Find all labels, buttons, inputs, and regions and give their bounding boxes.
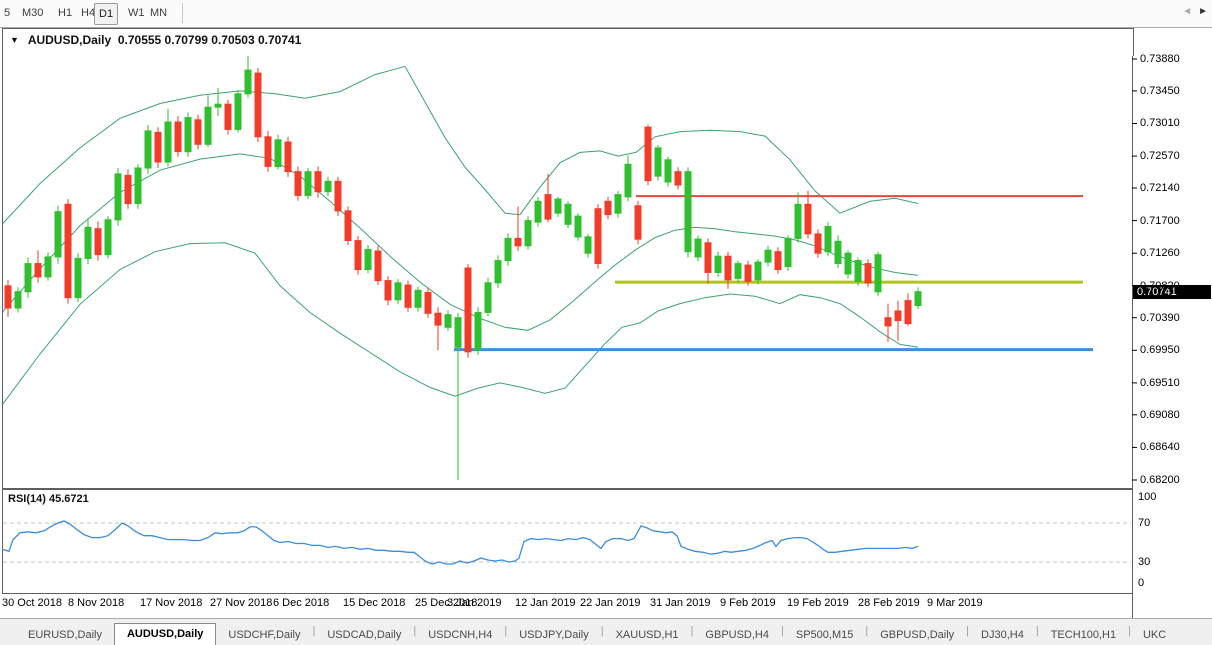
date-tick-label[interactable]: 22 Jan 2019 [580,597,641,609]
chart-tab-sp500-m15[interactable]: SP500,M15 [784,626,865,645]
date-tick-label[interactable]: 28 Feb 2019 [858,597,920,609]
date-tick-label[interactable]: 30 Oct 2018 [2,597,62,609]
candlestick-series [5,56,921,480]
chart-tab-gbpusd-daily[interactable]: GBPUSD,Daily [868,626,966,645]
price-tick-label: 0.73010 [1140,117,1206,129]
date-tick-label[interactable]: 15 Dec 2018 [343,597,405,609]
price-tick-label: 0.69080 [1140,409,1206,421]
price-tick-label: 0.68640 [1140,441,1206,453]
price-tick-label: 0.71700 [1140,215,1206,227]
chart-canvas[interactable] [0,0,1212,644]
price-tick-label: 0.70390 [1140,312,1206,324]
tab-scroll-left-icon[interactable]: ◄ [1182,6,1192,17]
chevron-down-icon: ▼ [10,35,19,45]
price-tick-label: 0.72140 [1140,182,1206,194]
price-tick-label: 0.68200 [1140,474,1206,486]
chart-ohlc-values: 0.70555 0.70799 0.70503 0.70741 [118,33,302,47]
chart-tab-tech100-h1[interactable]: TECH100,H1 [1039,626,1128,645]
date-tick-label[interactable]: 8 Nov 2018 [68,597,124,609]
rsi-line [2,521,918,564]
rsi-tick-label: 70 [1138,517,1150,529]
price-tick-label: 0.73880 [1140,53,1206,65]
price-pane-graphics [2,56,1093,480]
rsi-graphics [2,521,1131,564]
chart-tab-usdjpy-daily[interactable]: USDJPY,Daily [507,626,601,645]
chart-symbol-label: AUDUSD,Daily [28,33,111,47]
price-tick-label: 0.70820 [1140,280,1206,292]
date-tick-label[interactable]: 27 Nov 2018 [210,597,272,609]
date-tick-label[interactable]: 17 Nov 2018 [140,597,202,609]
chart-tab-usdchf-daily[interactable]: USDCHF,Daily [216,626,312,645]
rsi-tick-label: 0 [1138,577,1144,589]
rsi-tick-label: 30 [1138,556,1150,568]
chart-tab-usdcnh-h4[interactable]: USDCNH,H4 [416,626,504,645]
tab-scroll-arrows: ◄► [1182,6,1208,17]
chart-tab-gbpusd-h4[interactable]: GBPUSD,H4 [693,626,781,645]
date-tick-label[interactable]: 12 Jan 2019 [515,597,576,609]
date-tick-label[interactable]: 6 Dec 2018 [273,597,329,609]
chart-title: ▼ AUDUSD,Daily 0.70555 0.70799 0.70503 0… [10,33,301,47]
price-tick-label: 0.72570 [1140,150,1206,162]
price-tick-label: 0.69950 [1140,344,1206,356]
chart-tab-ukc[interactable]: UKC [1131,626,1178,645]
date-tick-label[interactable]: 31 Jan 2019 [650,597,711,609]
date-tick-label[interactable]: 9 Feb 2019 [720,597,776,609]
date-tick-label[interactable]: 3 Jan 2019 [447,597,501,609]
tab-scroll-right-icon[interactable]: ► [1198,6,1208,17]
chart-tab-usdcad-daily[interactable]: USDCAD,Daily [315,626,413,645]
date-tick-label[interactable]: 19 Feb 2019 [787,597,849,609]
date-tick-label[interactable]: 9 Mar 2019 [927,597,983,609]
price-tick-label: 0.69510 [1140,377,1206,389]
chart-tab-xauusd-h1[interactable]: XAUUSD,H1 [604,626,691,645]
chart-tab-eurusd-daily[interactable]: EURUSD,Daily [16,626,114,645]
price-tick-label: 0.73450 [1140,85,1206,97]
chart-tab-dj30-h4[interactable]: DJ30,H4 [969,626,1036,645]
chart-tab-bar: EURUSD,DailyAUDUSD,DailyUSDCHF,Daily|USD… [0,618,1212,645]
chart-tab-audusd-daily[interactable]: AUDUSD,Daily [114,623,216,645]
rsi-indicator-label: RSI(14) 45.6721 [8,493,89,505]
rsi-tick-label: 100 [1138,491,1156,503]
price-tick-label: 0.71260 [1140,247,1206,259]
